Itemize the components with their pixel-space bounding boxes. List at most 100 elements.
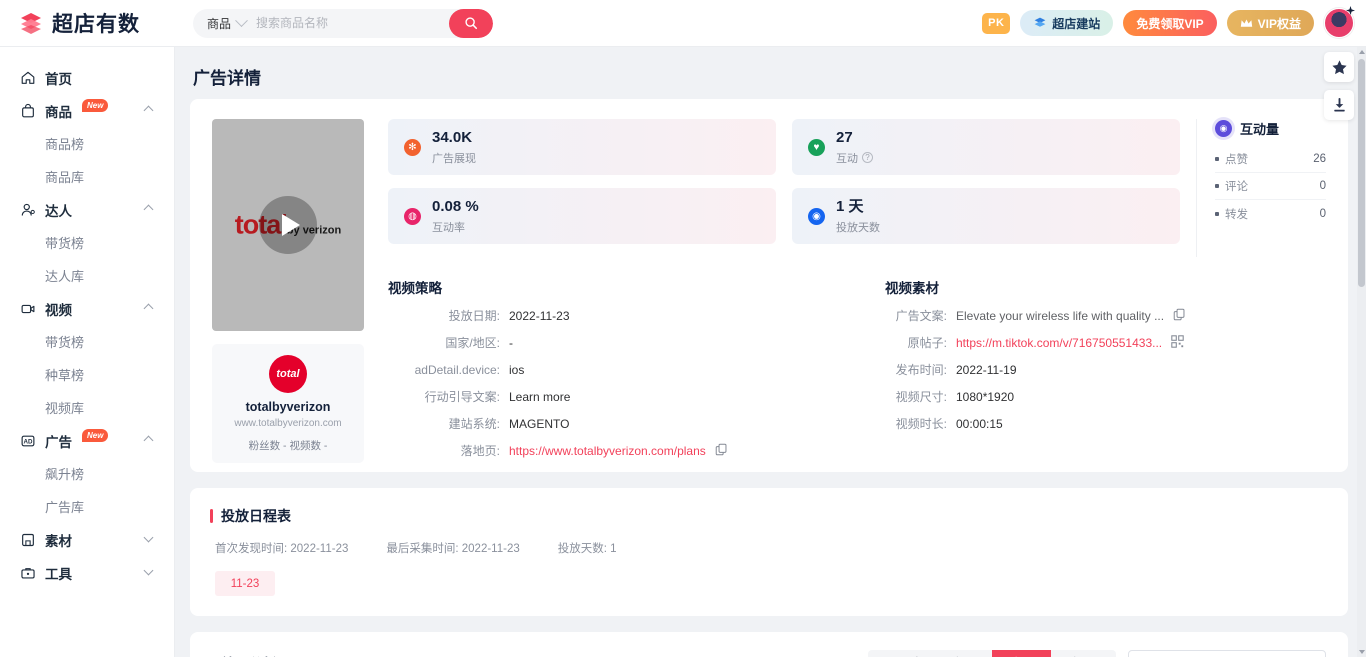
sidebar-subitem-label: 商品库: [45, 170, 85, 185]
video-material-section: 视频素材 广告文案: Elevate your wireless life wi…: [829, 277, 1326, 470]
sidebar-item-materials[interactable]: 素材: [0, 523, 174, 556]
field-value: Elevate your wireless life with quality …: [956, 309, 1165, 323]
tab-15d[interactable]: 近15天: [1051, 650, 1116, 657]
sidebar-item-label: 首页: [45, 71, 72, 87]
copy-icon[interactable]: [715, 443, 728, 456]
advertiser-stats: 粉丝数 - 视频数 -: [248, 440, 328, 452]
search-category-select[interactable]: 商品: [193, 13, 256, 32]
sidebar-subitem-label: 种草榜: [45, 368, 85, 383]
field-value: 2022-11-19: [956, 363, 1017, 377]
sidebar-subitem-label: 带货榜: [45, 335, 85, 350]
build-site-button[interactable]: 超店建站: [1020, 10, 1114, 36]
date-range-picker[interactable]: 2022-11-16 - 2022-11-23: [1128, 650, 1326, 657]
stat-label: 互动: [836, 152, 858, 165]
original-post-link[interactable]: https://m.tiktok.com/v/716750551433...: [956, 335, 1162, 351]
tab-3d[interactable]: 近3天: [933, 650, 992, 657]
sidebar-item-product-library[interactable]: 商品库: [0, 160, 174, 193]
stat-card-run-days: ◉ 1 天 投放天数: [792, 188, 1180, 244]
brand-name: 超店有数: [52, 13, 140, 36]
sidebar-item-video-sales-rank[interactable]: 带货榜: [0, 325, 174, 358]
scrollbar-thumb[interactable]: [1358, 59, 1365, 287]
search-input[interactable]: [256, 16, 449, 30]
stats-group-right: ♥ 27 互动 ? ◉ 1 天 投放天数: [792, 119, 1180, 257]
stat-value: 27: [836, 128, 853, 146]
favorite-button[interactable]: [1324, 52, 1354, 82]
video-thumbnail[interactable]: totalby verizon: [212, 119, 364, 331]
stat-value: 34.0K: [432, 128, 473, 146]
sidebar-item-label: 商品: [45, 104, 72, 120]
sidebar-item-ads[interactable]: AD 广告 New: [0, 424, 174, 457]
stats-row: ✻ 34.0K 广告展现 ◍ 0.08 % 互动率 ♥ 27 互动 ? ◉ 1 …: [388, 119, 1326, 257]
field-value: Learn more: [509, 390, 571, 404]
material-icon: [19, 531, 36, 548]
tab-7d[interactable]: 近7天: [991, 650, 1051, 657]
advertiser-card[interactable]: total totalbyverizon www.totalbyverizon.…: [212, 344, 364, 463]
sidebar-item-influencers[interactable]: 达人: [0, 193, 174, 226]
qrcode-icon[interactable]: [1171, 335, 1184, 348]
sidebar-item-video-grass-rank[interactable]: 种草榜: [0, 358, 174, 391]
sidebar-item-label: 达人: [45, 203, 72, 219]
stat-value: 0.08 %: [432, 197, 479, 215]
sidebar-item-products[interactable]: 商品 New: [0, 94, 174, 127]
stats-group-left: ✻ 34.0K 广告展现 ◍ 0.08 % 互动率: [388, 119, 776, 257]
sidebar-item-label: 视频: [45, 302, 72, 318]
sidebar-item-influencer-rank[interactable]: 带货榜: [0, 226, 174, 259]
build-site-label: 超店建站: [1052, 16, 1101, 31]
chevron-up-icon: [143, 105, 154, 116]
chevron-down-icon: [235, 13, 248, 27]
search-box[interactable]: 商品: [193, 8, 493, 38]
floating-tools: [1324, 52, 1354, 128]
free-vip-label: 免费领取VIP: [1136, 16, 1204, 31]
landing-page-link[interactable]: https://www.totalbyverizon.com/plans: [509, 443, 706, 459]
interaction-label: 点赞: [1225, 154, 1248, 166]
brand[interactable]: 超店有数: [0, 8, 175, 38]
interaction-icon: ◉: [1215, 120, 1232, 137]
sidebar-item-ad-rising-rank[interactable]: 飙升榜: [0, 457, 174, 490]
sidebar-item-ad-library[interactable]: 广告库: [0, 490, 174, 523]
help-icon[interactable]: ?: [862, 152, 873, 163]
interaction-row-shares: 转发 0: [1215, 200, 1326, 227]
field-key: 国家/地区:: [445, 336, 500, 350]
brand-mini-icon: [1034, 17, 1046, 27]
scroll-up-arrow[interactable]: [1359, 50, 1365, 54]
brand-logo-icon: [18, 10, 44, 36]
page-scrollbar[interactable]: [1357, 47, 1366, 657]
search-category-label: 商品: [207, 16, 232, 31]
section-title: 视频素材: [885, 281, 939, 296]
sidebar-item-videos[interactable]: 视频: [0, 292, 174, 325]
scroll-down-arrow[interactable]: [1359, 650, 1365, 654]
sidebar: 首页 商品 New 商品榜 商品库 达人 带货榜 达人库 视频 带货榜 种草榜 …: [0, 47, 175, 657]
vip-rights-button[interactable]: VIP权益: [1226, 10, 1314, 36]
schedule-title: 投放日程表: [210, 506, 1326, 526]
download-button[interactable]: [1324, 90, 1354, 120]
tab-24h[interactable]: 24小时: [868, 650, 933, 657]
interaction-value: 0: [1319, 207, 1326, 220]
search-button[interactable]: [449, 8, 493, 38]
video-strategy-section: 视频策略 投放日期: 2022-11-23 国家/地区: - adDetail.…: [388, 277, 829, 470]
schedule-card: 投放日程表 首次发现时间: 2022-11-23 最后采集时间: 2022-11…: [190, 488, 1348, 616]
free-vip-button[interactable]: 免费领取VIP: [1123, 10, 1217, 36]
field-landing-page: 落地页: https://www.totalbyverizon.com/plan…: [388, 443, 829, 459]
interaction-value: 0: [1319, 180, 1326, 192]
sidebar-item-video-library[interactable]: 视频库: [0, 391, 174, 424]
field-key: 落地页:: [460, 444, 500, 458]
sidebar-item-influencer-library[interactable]: 达人库: [0, 259, 174, 292]
sidebar-item-home[interactable]: 首页: [0, 61, 174, 94]
play-button[interactable]: [259, 196, 317, 254]
star-icon: [1331, 59, 1347, 74]
field-video-duration: 视频时长: 00:00:15: [885, 416, 1326, 432]
field-country: 国家/地区: -: [388, 335, 829, 351]
chevron-down-icon: [143, 565, 154, 576]
field-ad-copy: 广告文案: Elevate your wireless life with qu…: [885, 308, 1326, 324]
detail-sections: 视频策略 投放日期: 2022-11-23 国家/地区: - adDetail.…: [388, 277, 1326, 470]
schedule-day-chip[interactable]: 11-23: [215, 571, 275, 596]
sidebar-subitem-label: 视频库: [45, 401, 85, 416]
stat-label: 投放天数: [836, 221, 880, 234]
engagement-rate-icon: ◍: [404, 207, 421, 225]
avatar[interactable]: [1324, 8, 1354, 38]
pk-badge[interactable]: PK: [982, 12, 1011, 34]
copy-icon[interactable]: [1173, 308, 1186, 321]
vip-rights-label: VIP权益: [1257, 16, 1301, 31]
sidebar-item-tools[interactable]: 工具: [0, 556, 174, 589]
sidebar-item-product-rank[interactable]: 商品榜: [0, 127, 174, 160]
